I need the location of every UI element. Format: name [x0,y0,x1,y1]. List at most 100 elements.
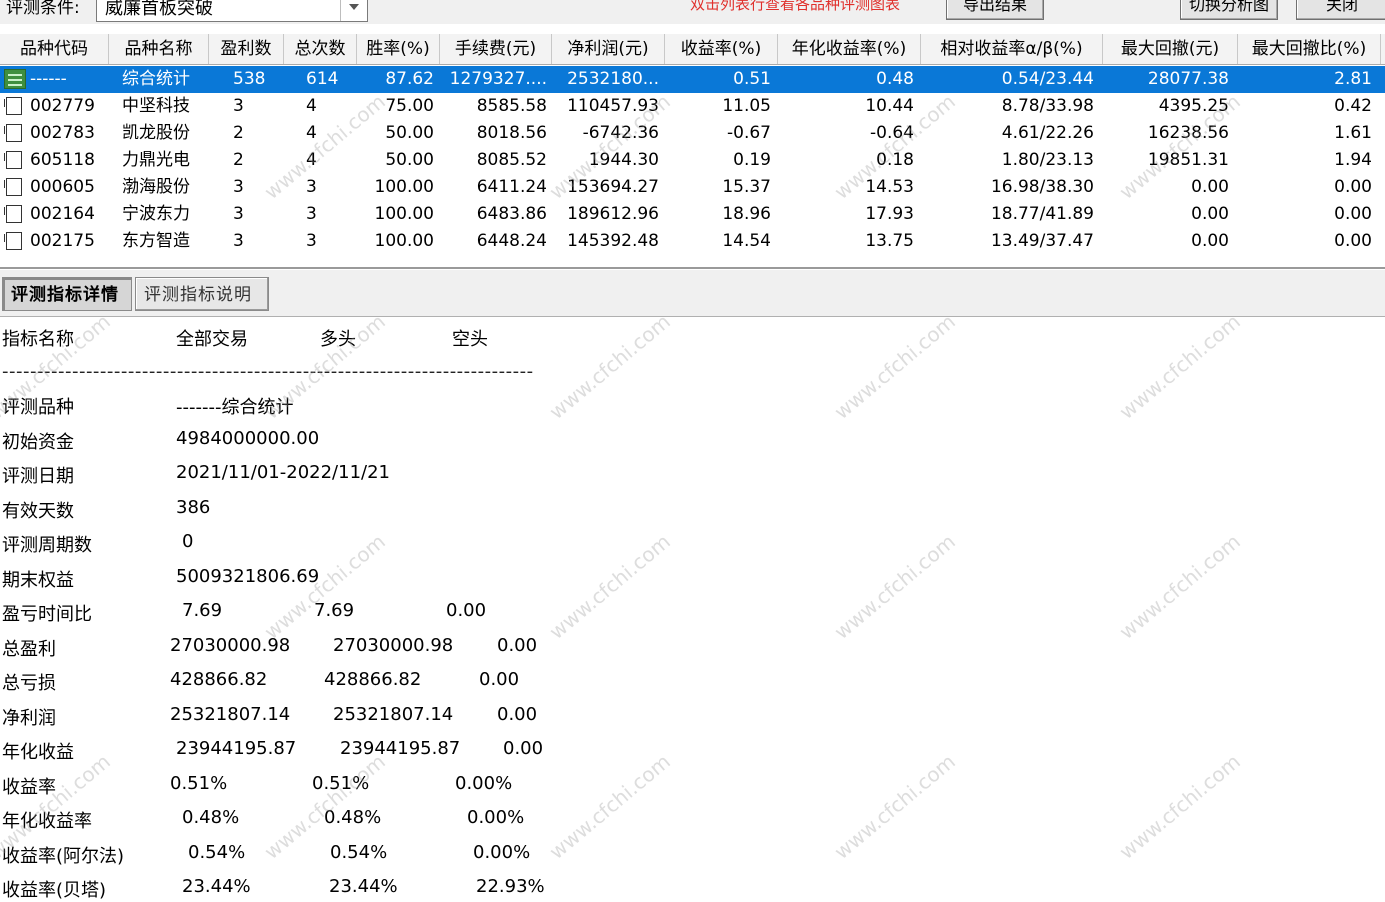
table-cell: 4 [306,96,317,116]
table-cell: 10.44 [865,96,914,116]
table-cell: 1279327.... [449,69,547,89]
table-cell: -6742.36 [582,123,659,143]
condition-select[interactable]: 威廉首板突破 [96,0,368,22]
table-cell: 8018.56 [476,123,547,143]
column-header[interactable]: 净利润(元) [552,34,665,64]
table-cell: 宁波东力 [122,204,190,224]
metric-value: 0.00 [446,600,487,621]
metric-value: 27030000.98 [170,634,291,656]
metric-value: 0.54% [330,841,388,863]
table-row[interactable]: 000605 渤海股份 3 3 100.00 6411.24 153694.27 15.37 1… [0,174,1385,201]
metric-value: 0 [182,531,194,552]
table-row[interactable]: 002164 宁波东力 3 3 100.00 6483.86 189612.96 18.96 1… [0,201,1385,228]
column-header[interactable]: 品种代码 [0,34,109,64]
column-header[interactable]: 年化收益率(%) [778,34,921,64]
table-cell: 中坚科技 [122,96,190,116]
table-cell: 3 [233,177,244,197]
table-cell: 8.78/33.98 [1001,96,1094,116]
table-cell: 110457.93 [567,96,659,116]
metric-name: 收益率(阿尔法) [2,845,125,867]
column-header[interactable]: 收益率(%) [665,34,778,64]
table-cell: 1.80/23.13 [1001,150,1094,170]
table-cell: 50.00 [385,150,434,170]
metric-value: 4984000000.00 [176,427,320,449]
metric-name: 总盈利 [2,638,56,660]
column-header[interactable]: 胜率(%) [357,34,440,64]
table-cell: 0.00 [1334,177,1372,197]
table-cell: 2532180... [567,69,659,89]
table-cell: 1.61 [1334,123,1372,143]
metric-value: 428866.82 [324,669,422,690]
table-cell: 3 [306,177,317,197]
table-cell: 4 [306,123,317,143]
detail-header-label: 多头 [320,329,356,350]
close-button[interactable]: 关闭 [1296,0,1385,20]
chevron-down-icon[interactable] [340,0,367,21]
metric-value: 0.00 [497,703,538,725]
detail-header-label: 指标名称 [2,329,74,350]
metric-value: 25321807.14 [333,703,454,725]
metric-value: 7.69 [182,600,223,621]
table-cell: 18.77/41.89 [990,204,1094,224]
table-cell: 6483.86 [476,204,547,224]
export-button[interactable]: 导出结果 [946,0,1044,20]
column-header[interactable]: 品种名称 [109,34,209,64]
column-header[interactable]: 手续费(元) [440,34,552,64]
table-cell: 100.00 [374,177,434,197]
table-cell: ------ [30,69,67,89]
table-cell: 538 [233,69,266,89]
metric-value: -------综合统计 [176,397,294,418]
divider-line: ----------------------------------------… [2,361,534,382]
detail-header-label: 空头 [452,329,488,350]
table-cell: 0.19 [733,150,771,170]
table-cell: 8085.52 [476,150,547,170]
metric-value: 0.00% [467,807,525,828]
table-cell: 4395.25 [1158,96,1229,116]
column-header[interactable]: 最大回撤比(%) [1238,34,1381,64]
table-row[interactable]: 002175 东方智造 3 3 100.00 6448.24 145392.48 14.54 1… [0,228,1385,255]
table-cell: 凯龙股份 [122,123,190,143]
metric-value: 0.51% [170,772,228,794]
table-cell: 13.75 [865,231,914,251]
table-row[interactable]: 002779 中坚科技 3 4 75.00 8585.58 110457.93 11.05 10… [0,93,1385,120]
tab-metrics-detail[interactable]: 评测指标详情 [2,277,132,311]
table-cell: 0.48 [876,69,914,89]
metric-value: 0.00 [479,669,520,690]
metric-value: 428866.82 [170,669,268,690]
metric-value: 0.00% [473,841,531,863]
metric-name: 收益率 [2,776,56,798]
table-cell: 3 [233,204,244,224]
column-header[interactable]: 最大回撤(元) [1103,34,1238,64]
condition-label: 评测条件: [6,0,80,18]
table-cell: 0.42 [1334,96,1372,116]
metric-value: 27030000.98 [333,634,454,656]
table-row[interactable]: 605118 力鼎光电 2 4 50.00 8085.52 1944.30 0.19 0.18 1… [0,147,1385,174]
table-cell: 0.00 [1191,177,1229,197]
table-cell: 0.00 [1334,204,1372,224]
table-cell: 002175 [30,231,95,251]
table-cell: 0.00 [1191,231,1229,251]
metric-name: 评测周期数 [2,535,92,556]
table-cell: 6448.24 [476,231,547,251]
table-cell: 000605 [30,177,95,197]
switch-chart-button[interactable]: 切换分析图 [1180,0,1278,20]
table-row[interactable]: 002783 凯龙股份 2 4 50.00 8018.56 -6742.36 -0.67 -0.… [0,120,1385,147]
tab-metrics-explanation[interactable]: 评测指标说明 [135,277,269,311]
table-cell: 28077.38 [1147,69,1229,89]
column-header[interactable]: 相对收益率α/β(%) [921,34,1103,64]
metric-name: 收益率(贝塔) [2,880,107,901]
table-cell: 153694.27 [567,177,659,197]
metric-name: 初始资金 [2,431,74,453]
column-header[interactable]: 盈利数 [209,34,284,64]
table-cell: 18.96 [722,204,771,224]
metric-name: 评测日期 [2,466,74,487]
table-row-summary[interactable]: ------ 综合统计 538 614 87.62 1279327.... 2532180.… [0,66,1385,93]
table-cell: 4 [306,150,317,170]
table-cell: 1944.30 [588,150,659,170]
table-cell: 综合统计 [122,69,190,89]
metric-value: 23.44% [329,876,398,897]
table-cell: 100.00 [374,204,434,224]
metric-value: 23.44% [182,876,251,897]
table-cell: 渤海股份 [122,177,190,197]
column-header[interactable]: 总次数 [284,34,357,64]
